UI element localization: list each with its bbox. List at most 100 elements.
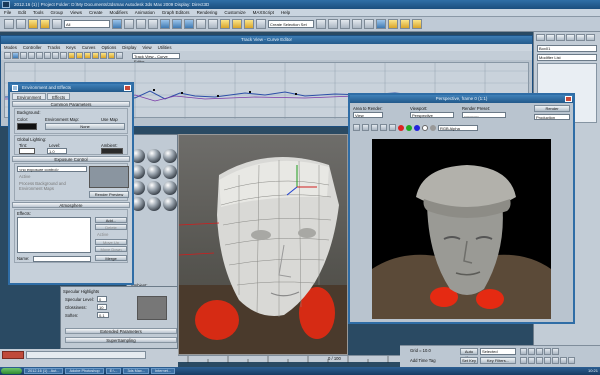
- tangent-custom-icon[interactable]: [76, 52, 83, 59]
- alpha-channel-icon[interactable]: [422, 124, 428, 131]
- pivot-center-icon[interactable]: [208, 19, 218, 29]
- move-keys-icon[interactable]: [12, 52, 19, 59]
- zoom-extents-icon[interactable]: [536, 357, 543, 364]
- previous-frame-icon[interactable]: [528, 348, 535, 355]
- curve-editor-icon[interactable]: [352, 19, 362, 29]
- material-slot[interactable]: [147, 181, 161, 195]
- channel-display-dropdown[interactable]: RGB Alpha: [438, 124, 478, 131]
- orbit-icon[interactable]: [560, 357, 567, 364]
- reduce-keys-icon[interactable]: [60, 52, 67, 59]
- tv-menu-display[interactable]: Display: [122, 44, 136, 51]
- material-slot[interactable]: [163, 165, 177, 179]
- move-down-button[interactable]: Move Down: [95, 246, 127, 252]
- rendered-frame-window-icon[interactable]: [400, 19, 410, 29]
- taskbar-item[interactable]: 3ds Max...: [123, 368, 149, 374]
- tangent-auto-icon[interactable]: [68, 52, 75, 59]
- material-slot[interactable]: [163, 181, 177, 195]
- window-crossing-icon[interactable]: [148, 19, 158, 29]
- undo-icon[interactable]: [4, 19, 14, 29]
- close-icon[interactable]: [124, 85, 131, 91]
- tangent-linear-icon[interactable]: [108, 52, 115, 59]
- ambient-color-swatch[interactable]: [101, 148, 123, 154]
- align-icon[interactable]: [328, 19, 338, 29]
- select-move-icon[interactable]: [160, 19, 170, 29]
- start-button[interactable]: [1, 368, 22, 374]
- exposure-control-dropdown[interactable]: <no exposure control>: [17, 166, 87, 172]
- link-icon[interactable]: [28, 19, 38, 29]
- bind-spacewarp-icon[interactable]: [52, 19, 62, 29]
- filters-icon[interactable]: [4, 52, 11, 59]
- move-up-button[interactable]: Move Up: [95, 239, 127, 245]
- tv-menu-modes[interactable]: Modes: [4, 44, 17, 51]
- set-key-button[interactable]: Set Key: [460, 357, 478, 364]
- scale-keys-icon[interactable]: [28, 52, 35, 59]
- taskbar-item[interactable]: E:\...: [105, 368, 122, 374]
- tangent-step-icon[interactable]: [100, 52, 107, 59]
- maximize-viewport-icon[interactable]: [568, 357, 575, 364]
- select-rotate-icon[interactable]: [172, 19, 182, 29]
- menu-rendering[interactable]: Rendering: [197, 9, 218, 16]
- selected-dropdown[interactable]: Selected: [480, 348, 516, 355]
- render-preset-dropdown[interactable]: -----------: [462, 112, 506, 118]
- tab-effects[interactable]: Effects: [47, 93, 71, 100]
- zoom-all-icon[interactable]: [528, 357, 535, 364]
- zoom-icon[interactable]: [520, 357, 527, 364]
- material-slot[interactable]: [163, 197, 177, 211]
- maxscript-listener-icon[interactable]: [2, 351, 24, 359]
- copy-image-icon[interactable]: [362, 124, 369, 131]
- menu-create[interactable]: Create: [89, 9, 103, 16]
- tv-menu-keys[interactable]: Keys: [66, 44, 76, 51]
- material-slot[interactable]: [163, 149, 177, 163]
- merge-button[interactable]: Merge: [95, 255, 127, 261]
- supersampling-rollout[interactable]: SuperSampling: [65, 337, 177, 343]
- close-icon[interactable]: [565, 96, 572, 102]
- tv-menu-controller[interactable]: Controller: [23, 44, 42, 51]
- draw-curves-icon[interactable]: [52, 52, 59, 59]
- tv-menu-view[interactable]: View: [142, 44, 151, 51]
- tv-menu-tracks[interactable]: Tracks: [48, 44, 61, 51]
- track-view-selector[interactable]: Track View - Curve Editor: [132, 52, 180, 64]
- soften-field[interactable]: 0.1: [97, 312, 109, 318]
- exposure-control-rollout[interactable]: Exposure Control: [12, 156, 130, 162]
- tangent-smooth-icon[interactable]: [116, 52, 123, 59]
- selection-filter-dropdown[interactable]: All: [64, 20, 110, 28]
- menu-file[interactable]: File: [4, 9, 11, 16]
- delete-effect-button[interactable]: Delete: [95, 224, 127, 230]
- effect-active-checkbox[interactable]: Active: [97, 232, 108, 237]
- play-icon[interactable]: [536, 348, 543, 355]
- material-editor-icon[interactable]: [376, 19, 386, 29]
- exposure-active-checkbox[interactable]: Active: [19, 174, 30, 179]
- tv-menu-curves[interactable]: Curves: [82, 44, 96, 51]
- rect-selection-icon[interactable]: [136, 19, 146, 29]
- atmosphere-rollout[interactable]: Atmosphere: [12, 202, 130, 208]
- tangent-fast-icon[interactable]: [84, 52, 91, 59]
- environment-map-button[interactable]: None: [45, 123, 125, 130]
- create-tab-icon[interactable]: [536, 34, 545, 41]
- background-color-swatch[interactable]: [17, 123, 37, 130]
- menu-edit[interactable]: Edit: [18, 9, 26, 16]
- menu-maxscript[interactable]: MAXScript: [253, 9, 274, 16]
- menu-group[interactable]: Group: [51, 9, 64, 16]
- next-frame-icon[interactable]: [544, 348, 551, 355]
- render-button[interactable]: Render: [534, 105, 570, 112]
- menu-modifiers[interactable]: Modifiers: [110, 9, 128, 16]
- menu-views[interactable]: Views: [70, 9, 82, 16]
- add-effect-button[interactable]: Add...: [95, 217, 127, 223]
- modify-tab-icon[interactable]: [546, 34, 555, 41]
- tint-color-swatch[interactable]: [19, 148, 35, 154]
- reference-coord-icon[interactable]: [196, 19, 206, 29]
- blue-channel-icon[interactable]: [414, 124, 420, 131]
- glossiness-field[interactable]: 10: [97, 304, 107, 310]
- red-channel-icon[interactable]: [398, 124, 404, 131]
- level-field[interactable]: 1.0: [47, 148, 67, 154]
- add-time-tag-button[interactable]: Add Time Tag: [410, 358, 436, 363]
- menu-graph-editors[interactable]: Graph Editors: [162, 9, 190, 16]
- green-channel-icon[interactable]: [406, 124, 412, 131]
- render-preview-button[interactable]: Render Preview: [89, 191, 129, 198]
- clone-window-icon[interactable]: [371, 124, 378, 131]
- modifier-list-dropdown[interactable]: Modifier List: [537, 54, 597, 61]
- effects-list[interactable]: [17, 217, 91, 253]
- menu-help[interactable]: Help: [281, 9, 290, 16]
- add-keys-icon[interactable]: [44, 52, 51, 59]
- mono-icon[interactable]: [430, 124, 436, 131]
